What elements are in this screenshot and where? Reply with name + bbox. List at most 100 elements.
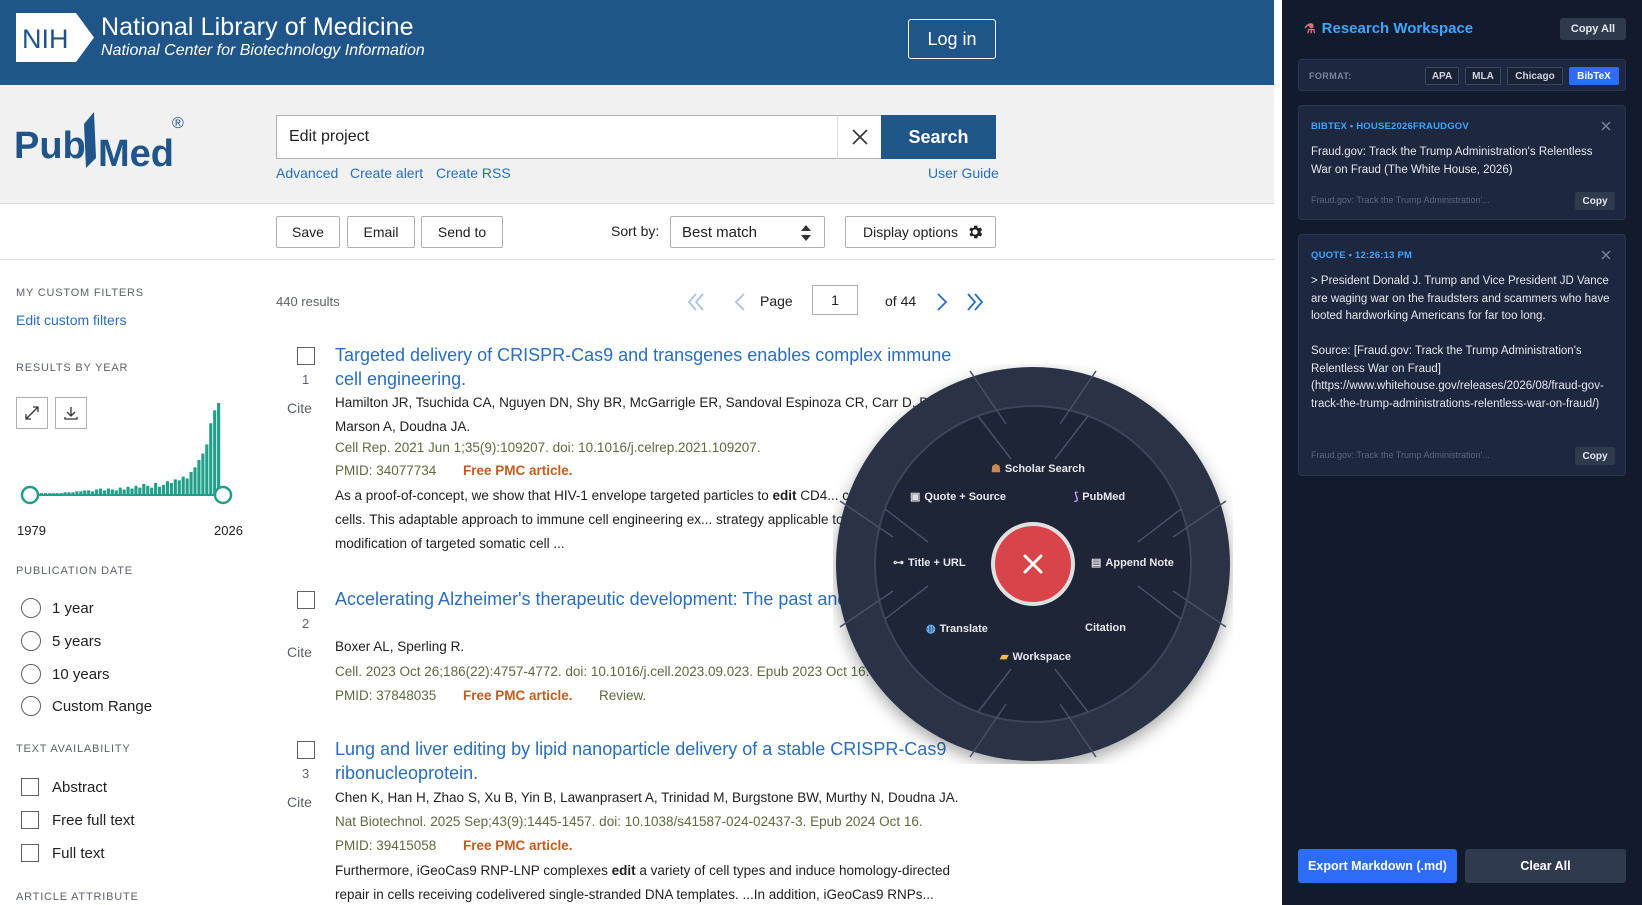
- send-to-button[interactable]: Send to: [421, 216, 503, 248]
- login-button[interactable]: Log in: [908, 19, 996, 59]
- create-rss-link[interactable]: Create RSS: [436, 165, 511, 181]
- text-option-label: Abstract: [52, 778, 108, 796]
- histogram-bar: [217, 403, 221, 495]
- result-pmid: PMID: 37848035: [335, 688, 437, 703]
- radial-item-label: Translate: [939, 622, 988, 635]
- copy-all-button[interactable]: Copy All: [1560, 18, 1626, 40]
- text-option-abstract[interactable]: Abstract: [21, 778, 107, 796]
- format-selector: FORMAT: APA MLA Chicago BibTeX: [1298, 59, 1626, 91]
- radial-item-citation[interactable]: Citation: [1085, 622, 1126, 634]
- format-bibtex-button[interactable]: BibTeX: [1569, 67, 1619, 85]
- result-checkbox[interactable]: [297, 591, 315, 609]
- date-option-label: 5 years: [52, 632, 102, 650]
- page-number-input[interactable]: 1: [812, 285, 858, 315]
- checkbox[interactable]: [21, 778, 39, 796]
- create-alert-link[interactable]: Create alert: [350, 165, 423, 181]
- close-icon[interactable]: [1599, 248, 1613, 262]
- date-option-label: 10 years: [52, 665, 110, 683]
- radial-item-pubmed[interactable]: ⟆ PubMed: [1074, 490, 1126, 504]
- year-range-end-handle[interactable]: [213, 485, 233, 505]
- nih-logo[interactable]: NIH: [16, 13, 94, 62]
- date-option-custom-range[interactable]: Custom Range: [21, 696, 152, 716]
- review-badge: Review.: [599, 688, 647, 703]
- next-page-icon[interactable]: [935, 292, 949, 312]
- sort-select-value: Best match: [682, 223, 758, 241]
- card-body: Fraud.gov: Track the Trump Administratio…: [1311, 146, 1596, 176]
- search-input-value[interactable]: Edit project: [289, 128, 369, 146]
- radial-item-translate[interactable]: ◍ Translate: [926, 622, 988, 636]
- publication-date-heading: PUBLICATION DATE: [16, 565, 133, 577]
- clear-all-button[interactable]: Clear All: [1465, 849, 1626, 883]
- card-copy-button[interactable]: Copy: [1575, 447, 1615, 465]
- cite-button[interactable]: Cite: [287, 644, 312, 660]
- export-markdown-button[interactable]: Export Markdown (.md): [1298, 849, 1457, 883]
- result-journal: Nat Biotechnol. 2025 Sep;43(9):1445-1457…: [335, 814, 923, 829]
- radial-item-append-note[interactable]: ▤ Append Note: [1091, 556, 1174, 570]
- nih-title[interactable]: National Library of Medicine: [101, 13, 414, 42]
- radio-button[interactable]: [21, 696, 41, 716]
- radial-item-label: Title + URL: [908, 556, 966, 569]
- card-tag: QUOTE • 12:26:13 PM: [1311, 250, 1413, 261]
- histogram-bar: [177, 480, 181, 495]
- last-page-icon[interactable]: [965, 292, 985, 312]
- result-number: 2: [302, 616, 310, 631]
- checkbox[interactable]: [21, 844, 39, 862]
- nih-logo-text: NIH: [22, 24, 69, 54]
- radio-button[interactable]: [21, 664, 41, 684]
- histogram-bar: [134, 485, 138, 495]
- format-apa-button[interactable]: APA: [1425, 67, 1459, 85]
- histogram-bar: [205, 444, 209, 495]
- search-button[interactable]: Search: [881, 115, 996, 159]
- year-range-start-handle[interactable]: [20, 485, 40, 505]
- radial-item-label: PubMed: [1082, 490, 1126, 503]
- first-page-icon[interactable]: [686, 292, 706, 312]
- sort-select[interactable]: Best match: [670, 216, 825, 248]
- save-button[interactable]: Save: [276, 216, 340, 248]
- sort-arrows-icon: [801, 225, 811, 241]
- nih-header: NIH National Library of Medicine Nationa…: [0, 0, 1274, 85]
- radio-button[interactable]: [21, 598, 41, 618]
- date-option-label: Custom Range: [52, 697, 153, 715]
- format-chicago-button[interactable]: Chicago: [1507, 67, 1563, 85]
- clear-search-button[interactable]: [837, 115, 881, 159]
- user-guide-link[interactable]: User Guide: [928, 165, 999, 181]
- radial-item-label: Append Note: [1105, 556, 1174, 569]
- radial-item-title-url[interactable]: ⊶ Title + URL: [893, 556, 966, 570]
- card-body: > President Donald J. Trump and Vice Pre…: [1311, 275, 1610, 410]
- result-checkbox[interactable]: [297, 741, 315, 759]
- radial-close-button[interactable]: [991, 522, 1075, 606]
- result-checkbox[interactable]: [297, 347, 315, 365]
- checkbox[interactable]: [21, 811, 39, 829]
- radial-item-workspace[interactable]: ▰ Workspace: [1000, 650, 1071, 664]
- close-icon[interactable]: [1599, 119, 1613, 133]
- histogram-bar: [161, 484, 166, 495]
- date-option-10-years[interactable]: 10 years: [21, 664, 110, 684]
- radial-item-quote-source[interactable]: ▣ Quote + Source: [910, 490, 1006, 504]
- graduation-cap-icon: ☗: [991, 463, 1001, 475]
- radial-item-label: Scholar Search: [1004, 462, 1085, 475]
- radio-button[interactable]: [21, 631, 41, 651]
- histogram-bar: [173, 479, 177, 495]
- histogram-bar: [189, 472, 193, 495]
- cite-button[interactable]: Cite: [287, 794, 312, 810]
- date-option-5-years[interactable]: 5 years: [21, 631, 101, 651]
- advanced-link[interactable]: Advanced: [276, 165, 338, 181]
- edit-custom-filters-link[interactable]: Edit custom filters: [16, 312, 126, 328]
- histogram-bar: [158, 486, 162, 495]
- display-options-button[interactable]: Display options: [845, 216, 996, 248]
- text-option-free-full-text[interactable]: Free full text: [21, 811, 135, 829]
- date-option-1-year[interactable]: 1 year: [21, 598, 94, 618]
- text-option-full-text[interactable]: Full text: [21, 844, 105, 862]
- text-availability-heading: TEXT AVAILABILITY: [16, 743, 131, 755]
- search-input[interactable]: Edit project: [276, 115, 881, 159]
- histogram-bar: [193, 467, 197, 495]
- cite-button[interactable]: Cite: [287, 400, 312, 416]
- results-by-year-histogram[interactable]: [16, 395, 246, 515]
- radial-item-scholar-search[interactable]: ☗ Scholar Search: [991, 462, 1085, 476]
- pubmed-logo[interactable]: Pub Med ®: [14, 106, 204, 176]
- nih-subtitle: National Center for Biotechnology Inform…: [101, 42, 425, 59]
- email-button[interactable]: Email: [347, 216, 415, 248]
- format-mla-button[interactable]: MLA: [1465, 67, 1501, 85]
- card-copy-button[interactable]: Copy: [1575, 192, 1615, 210]
- previous-page-icon[interactable]: [733, 292, 747, 312]
